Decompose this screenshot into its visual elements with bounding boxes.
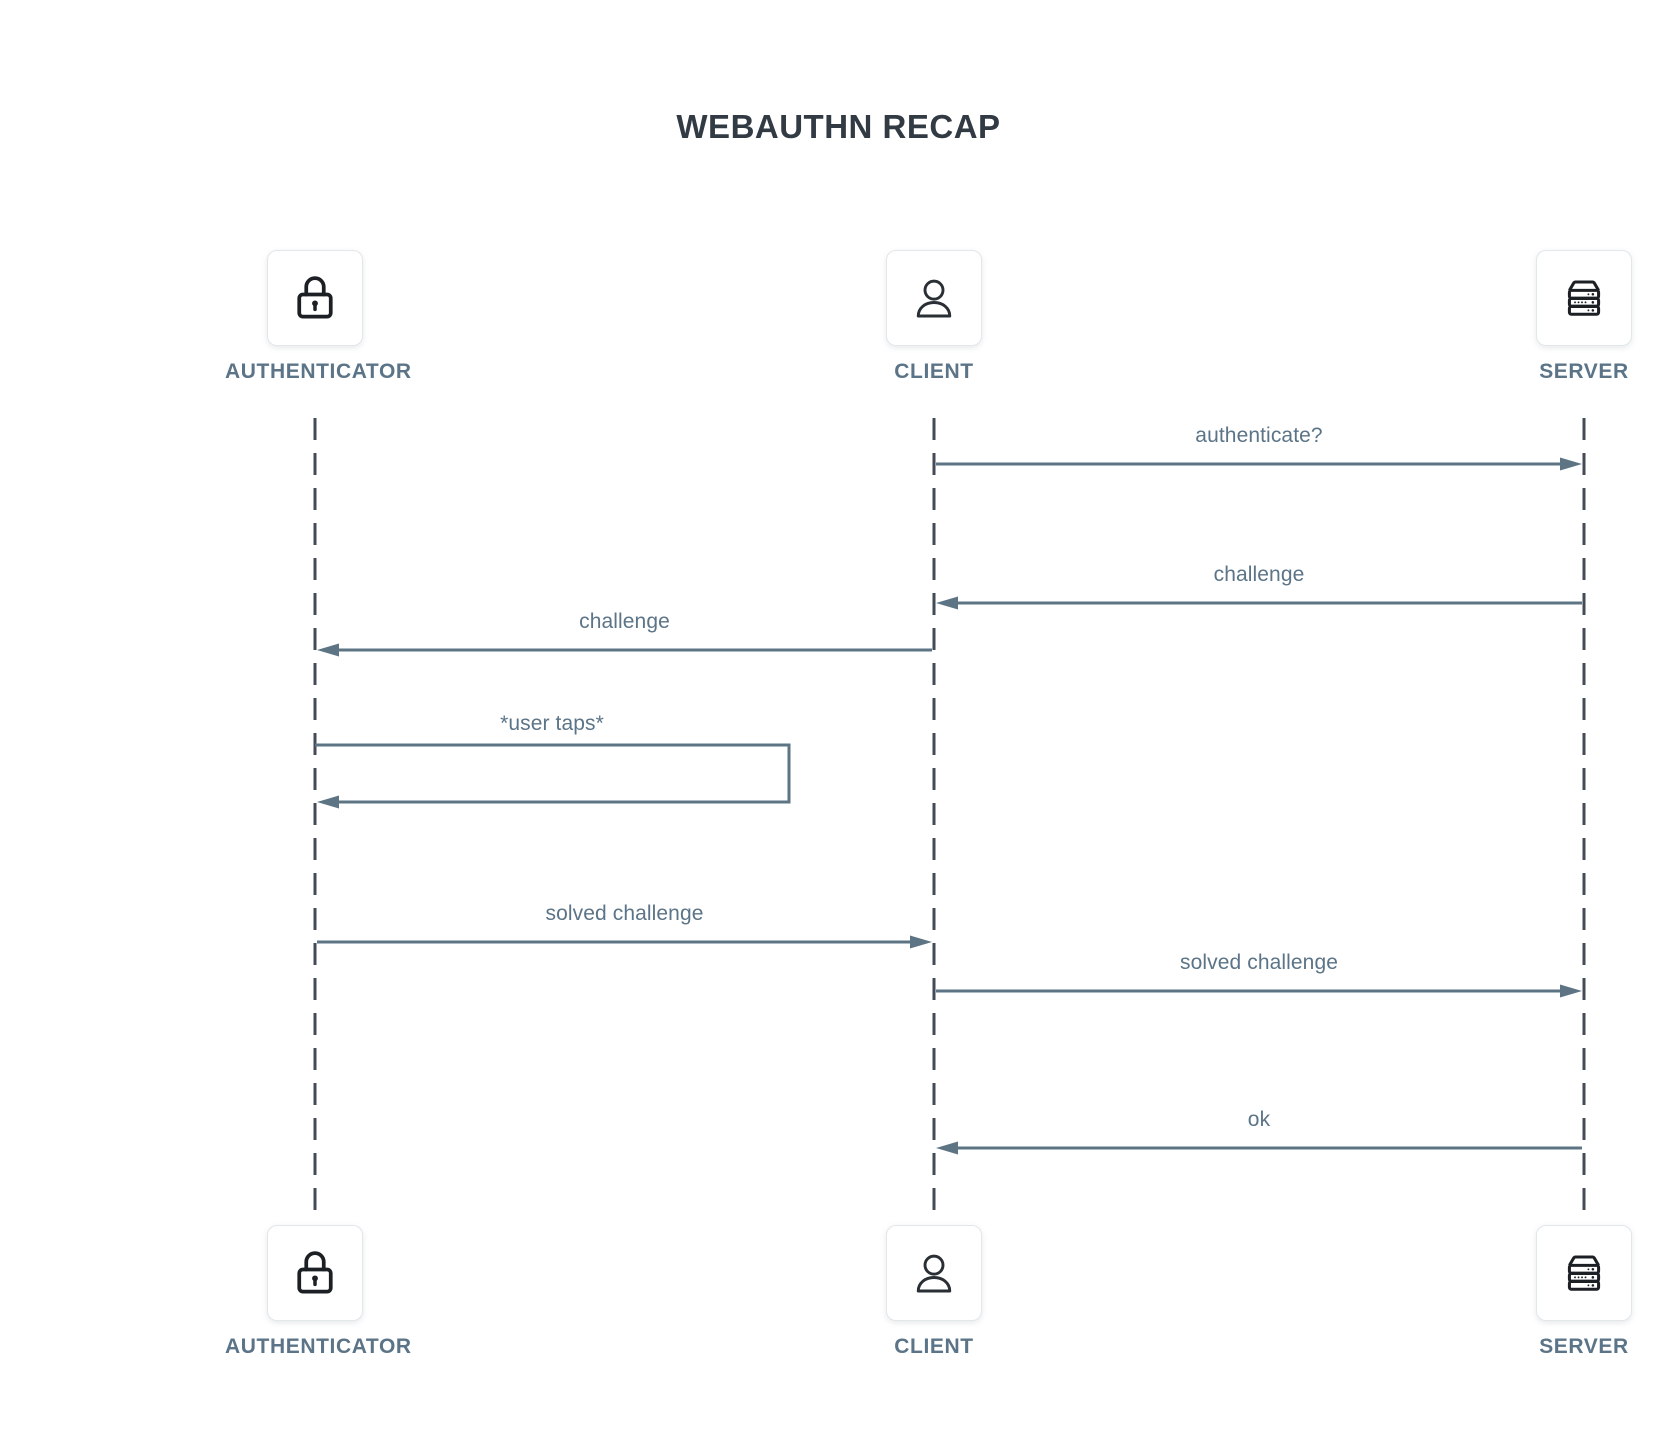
arrow-head bbox=[317, 795, 339, 809]
person-icon bbox=[907, 271, 961, 325]
msg-challenge-client-authenticator bbox=[317, 643, 932, 657]
message-label-msg-challenge-client-authenticator: challenge bbox=[579, 610, 670, 633]
arrow-head bbox=[936, 1141, 958, 1155]
server-icon bbox=[1556, 270, 1612, 326]
page-title: WEBAUTHN RECAP bbox=[676, 108, 1001, 145]
actor-server-bottom[interactable]: SERVER bbox=[1494, 1225, 1674, 1359]
lock-icon bbox=[287, 270, 343, 326]
actor-client-bottom[interactable]: CLIENT bbox=[844, 1225, 1024, 1359]
actor-server-top[interactable]: SERVER bbox=[1494, 250, 1674, 384]
msg-solved-challenge-client-server bbox=[936, 984, 1582, 998]
self-loop-path bbox=[315, 743, 791, 804]
server-icon-card bbox=[1536, 250, 1632, 346]
sequence-diagram-canvas: WEBAUTHN RECAP AUTHENTICATOR CLIENT SERV… bbox=[0, 0, 1677, 1433]
arrow-head bbox=[910, 935, 932, 949]
actor-label-server-bottom: SERVER bbox=[1539, 1335, 1629, 1358]
server-icon bbox=[1556, 1245, 1612, 1301]
msg-challenge-server-client bbox=[936, 596, 1582, 610]
arrow-head bbox=[317, 643, 339, 657]
message-label-msg-solved-challenge-client-server: solved challenge bbox=[1179, 951, 1339, 974]
actor-label-client-top: CLIENT bbox=[894, 360, 974, 383]
msg-ok bbox=[936, 1141, 1582, 1155]
actor-label-server-top: SERVER bbox=[1539, 360, 1629, 383]
lock-icon-card bbox=[267, 250, 363, 346]
message-label-msg-user-taps: *user taps* bbox=[500, 712, 604, 735]
arrow-head bbox=[1560, 457, 1582, 471]
person-icon-card bbox=[886, 250, 982, 346]
person-icon-card bbox=[886, 1225, 982, 1321]
server-icon-card bbox=[1536, 1225, 1632, 1321]
actor-label-authenticator-top: AUTHENTICATOR bbox=[225, 360, 412, 383]
actor-client-top[interactable]: CLIENT bbox=[844, 250, 1024, 384]
diagram-wires-layer bbox=[313, 418, 1586, 1218]
actor-label-client-bottom: CLIENT bbox=[894, 1335, 974, 1358]
msg-authenticate bbox=[936, 457, 1582, 471]
lock-icon-card bbox=[267, 1225, 363, 1321]
msg-user-taps bbox=[315, 743, 791, 809]
message-label-msg-challenge-server-client: challenge bbox=[1213, 563, 1305, 586]
actor-authenticator-top[interactable]: AUTHENTICATOR bbox=[225, 250, 412, 384]
msg-solved-challenge-authenticator-client bbox=[317, 935, 932, 949]
actor-label-authenticator-bottom: AUTHENTICATOR bbox=[225, 1335, 412, 1358]
person-icon bbox=[907, 1246, 961, 1300]
lock-icon bbox=[287, 1245, 343, 1301]
actor-authenticator-bottom[interactable]: AUTHENTICATOR bbox=[225, 1225, 412, 1359]
message-label-msg-ok: ok bbox=[1247, 1108, 1271, 1131]
message-label-msg-authenticate: authenticate? bbox=[1195, 424, 1323, 447]
arrow-head bbox=[1560, 984, 1582, 998]
message-label-msg-solved-challenge-authenticator-client: solved challenge bbox=[545, 902, 704, 925]
arrow-head bbox=[936, 596, 958, 610]
